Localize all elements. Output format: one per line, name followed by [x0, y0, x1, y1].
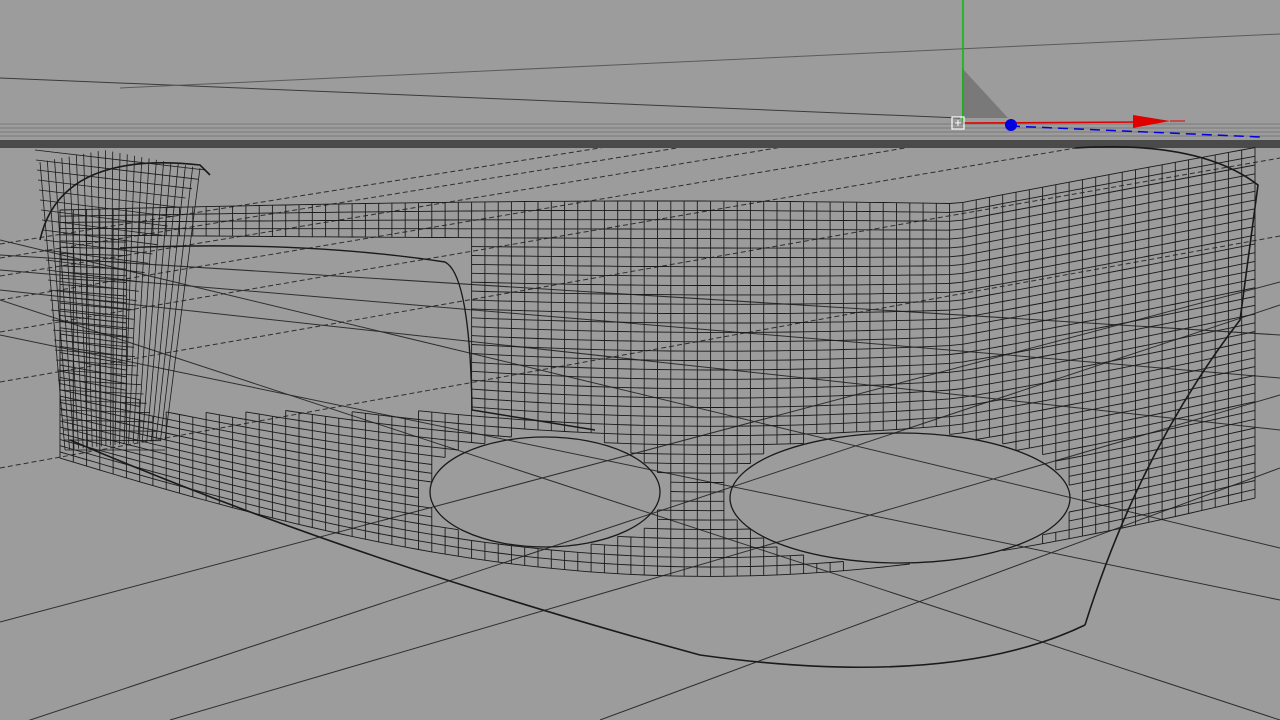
mesh-edge-row: [59, 147, 1256, 211]
grid-line: [0, 254, 1280, 336]
side-mesh-column: [114, 152, 121, 446]
grid-line: [0, 269, 1280, 379]
manipulator-x-axis: [962, 121, 1146, 124]
headlight-opening-outline: [429, 436, 661, 548]
fog-opening-outline: [729, 432, 1071, 564]
side-mesh-row: [37, 179, 186, 199]
viewport-canvas[interactable]: [0, 0, 1280, 720]
manipulator-pivot-dot: [1005, 119, 1017, 131]
horizon-line: [0, 0, 1280, 148]
sky-area: [0, 0, 1280, 140]
grid-line: [0, 281, 1280, 623]
grid-line: [599, 467, 1280, 720]
side-mesh-row: [49, 299, 136, 311]
grid-line: [0, 299, 1280, 720]
side-mesh-column: [75, 155, 89, 448]
grid-line: [0, 235, 1280, 469]
side-mesh-column: [46, 160, 70, 450]
grid-line: [0, 157, 1280, 383]
side-mesh-row: [51, 319, 134, 330]
bumper-wireframe-mesh[interactable]: [34, 145, 1259, 669]
side-mesh-row: [52, 329, 134, 339]
side-mesh-column: [39, 161, 66, 451]
3d-viewport[interactable]: [0, 0, 1280, 720]
side-mesh-row: [45, 259, 145, 274]
grid-line: [28, 304, 1280, 720]
side-mesh-column: [83, 153, 93, 448]
